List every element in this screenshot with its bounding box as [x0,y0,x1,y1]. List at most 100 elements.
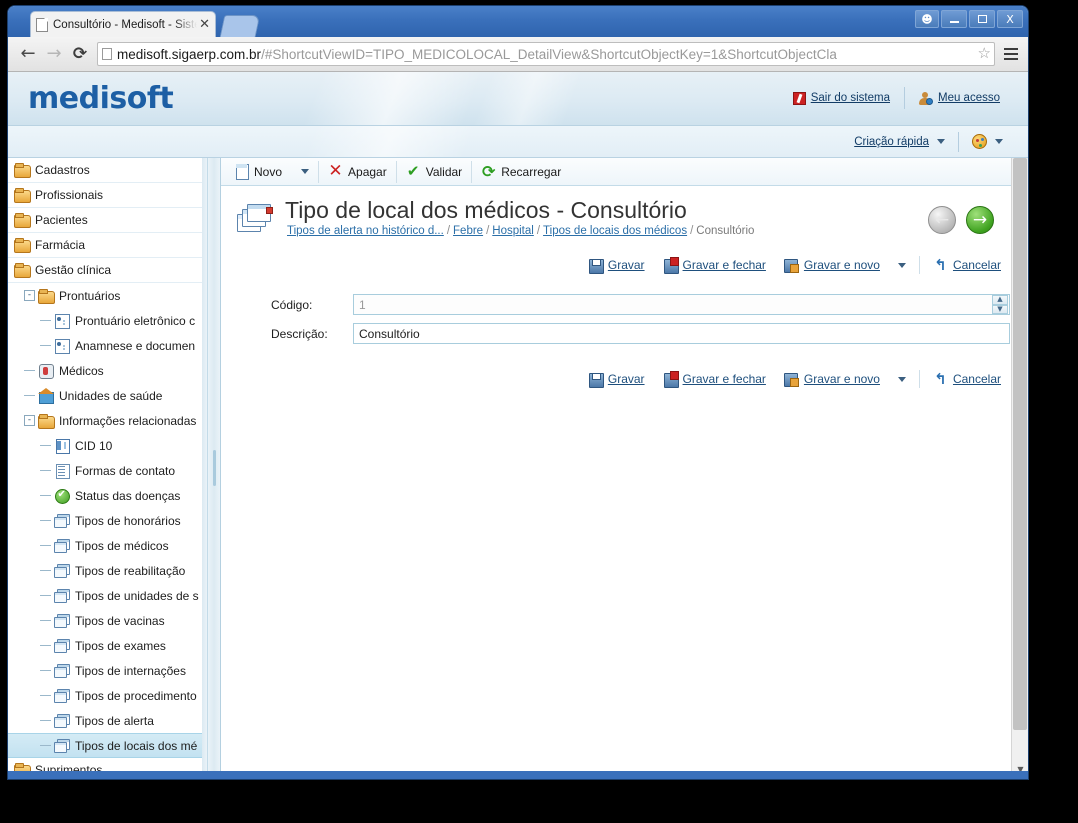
stepper-down-icon[interactable]: ▼ [992,304,1008,314]
codigo-label: Código: [271,297,313,312]
gravar-e-novo-button[interactable]: Gravar e novo [775,258,889,273]
sidebar-item-tipos-de-m-dicos[interactable]: Tipos de médicos [8,533,207,558]
minimize-button[interactable] [941,10,967,28]
sidebar-item-tipos-de-alerta[interactable]: Tipos de alerta [8,708,207,733]
page-scrollbar[interactable]: ▼ [1011,158,1028,778]
stack-icon [54,513,70,528]
gravar-button[interactable]: Gravar [579,258,654,274]
new-tab-button[interactable] [219,15,261,37]
quick-create-menu[interactable]: Criação rápida [841,136,958,148]
cancelar-button[interactable]: ↰ Cancelar [924,371,1010,387]
sidebar-item-prontu-rio-eletr-nico-c[interactable]: Prontuário eletrônico c [8,308,207,333]
gravar-e-fechar-button[interactable]: Gravar e fechar [654,256,775,274]
sidebar-item-tipos-de-procedimento[interactable]: Tipos de procedimento [8,683,207,708]
sidebar-item-tipos-de-vacinas[interactable]: Tipos de vacinas [8,608,207,633]
chevron-down-icon[interactable] [897,262,906,268]
sidebar-tree[interactable]: Cadastros Profissionais Pacientes Farmácia G… [8,158,208,778]
forward-icon[interactable]: → [41,41,67,67]
folder-icon [14,163,31,178]
sidebar-item-status-das-doen-as[interactable]: Status das doenças [8,483,207,508]
sidebar-item-cadastros[interactable]: Cadastros [8,158,207,183]
my-access-link[interactable]: Meu acesso [905,91,1014,105]
logout-link[interactable]: Sair do sistema [779,91,904,105]
bookmark-star-icon[interactable]: ☆ [978,46,991,61]
brand-logo[interactable]: medisoft [28,81,174,116]
previous-record-button[interactable]: ← [928,206,956,234]
sidebar-item-tipos-de-unidades-de-s[interactable]: Tipos de unidades de s [8,583,207,608]
tree-connector-icon [40,570,51,571]
sidebar-item-anamnese-e-documen[interactable]: Anamnese e documen [8,333,207,358]
sidebar-item-label: Gestão clínica [35,263,112,277]
record-type-icon [237,204,273,236]
sidebar-item-tipos-de-exames[interactable]: Tipos de exames [8,633,207,658]
chevron-down-icon[interactable] [301,169,310,174]
validate-button[interactable]: ✔ Validar [397,159,471,185]
list-blue-icon [54,438,70,454]
sidebar-item-formas-de-contato[interactable]: Formas de contato [8,458,207,483]
close-tab-icon[interactable]: ✕ [199,18,210,31]
sidebar-item-tipos-de-reabilita-o[interactable]: Tipos de reabilitação [8,558,207,583]
page-scrollbar-thumb[interactable] [1013,158,1027,730]
stepper-up-icon[interactable]: ▲ [992,295,1008,305]
address-bar[interactable]: medisoft.sigaerp.com.br/#ShortcutViewID=… [97,42,995,66]
chevron-down-icon[interactable] [897,376,906,382]
card-icon [54,338,70,354]
sidebar-item-pacientes[interactable]: Pacientes [8,208,207,233]
doctor-icon [38,363,54,379]
reload-icon[interactable]: ⟳ [67,41,93,67]
browser-menu-icon[interactable] [1001,43,1021,65]
gravar-e-novo-button[interactable]: Gravar e novo [775,372,889,387]
chevron-down-icon [995,139,1003,144]
tree-connector-icon [40,670,51,671]
breadcrumb-separator: / [486,225,490,238]
close-window-button[interactable]: X [997,10,1023,28]
sidebar-item-label: Pacientes [35,213,88,227]
sidebar-item-label: Farmácia [35,238,86,252]
sidebar-splitter[interactable] [208,158,221,778]
breadcrumb: Tipos de alerta no histórico d... / Febre /… [287,225,1028,237]
header-links: Sair do sistema Meu acesso [779,87,1014,109]
theme-menu[interactable] [959,134,1016,149]
sidebar-item-informa-es-relacionadas[interactable]: - Informações relacionadas [8,408,207,433]
sidebar-item-prontu-rios[interactable]: - Prontuários [8,283,207,308]
sidebar-item-tipos-de-locais-dos-m[interactable]: Tipos de locais dos mé [8,733,207,758]
descricao-input[interactable]: Consultório [353,323,1010,344]
user-profile-button[interactable]: ☻ [915,10,939,28]
sidebar-item-m-dicos[interactable]: Médicos [8,358,207,383]
sidebar-item-tipos-de-honor-rios[interactable]: Tipos de honorários [8,508,207,533]
sidebar-item-profissionais[interactable]: Profissionais [8,183,207,208]
sidebar-item-gest-o-cl-nica[interactable]: Gestão clínica [8,258,207,283]
reload-button[interactable]: ⟳ Recarregar [472,159,570,185]
descricao-label: Descrição: [271,326,328,341]
tree-connector-icon [40,520,51,521]
back-icon[interactable]: ← [15,41,41,67]
sidebar-item-cid-10[interactable]: CID 10 [8,433,207,458]
delete-button[interactable]: ✕ Apagar [319,159,396,185]
splitter-grip[interactable] [213,450,216,486]
sidebar-item-tipos-de-interna-es[interactable]: Tipos de internações [8,658,207,683]
browser-window: Consultório - Medisoft - Siste ✕ ☻ X ← →… [8,6,1028,779]
breadcrumb-item-link[interactable]: Febre [453,225,483,237]
breadcrumb-item-link[interactable]: Tipos de alerta no histórico d... [287,225,444,237]
new-page-icon [234,164,249,180]
breadcrumb-item-link[interactable]: Hospital [492,225,534,237]
record-navigation: ← → [928,206,994,234]
restore-button[interactable] [969,10,995,28]
sidebar-item-farm-cia[interactable]: Farmácia [8,233,207,258]
main-content: Novo ✕ Apagar ✔ Validar ⟳ Recarregar Tip… [221,158,1028,778]
new-button[interactable]: Novo [225,159,318,185]
sidebar-item-unidades-de-sa-de[interactable]: Unidades de saúde [8,383,207,408]
codigo-stepper[interactable]: ▲ ▼ [992,295,1008,314]
browser-tab[interactable]: Consultório - Medisoft - Siste ✕ [30,11,216,37]
breadcrumb-item-link[interactable]: Tipos de locais dos médicos [543,225,687,237]
gravar-button[interactable]: Gravar [579,372,654,388]
gravar-e-fechar-button[interactable]: Gravar e fechar [654,370,775,388]
next-record-button[interactable]: → [966,206,994,234]
tree-expander-icon[interactable]: - [24,415,35,426]
tree-expander-icon[interactable]: - [24,290,35,301]
page-info-icon[interactable] [102,48,112,60]
cancelar-button[interactable]: ↰ Cancelar [924,257,1010,273]
tree-connector-icon [40,445,51,446]
codigo-input[interactable]: 1 ▲ ▼ [353,294,1010,315]
action-label: Gravar e fechar [682,372,766,386]
